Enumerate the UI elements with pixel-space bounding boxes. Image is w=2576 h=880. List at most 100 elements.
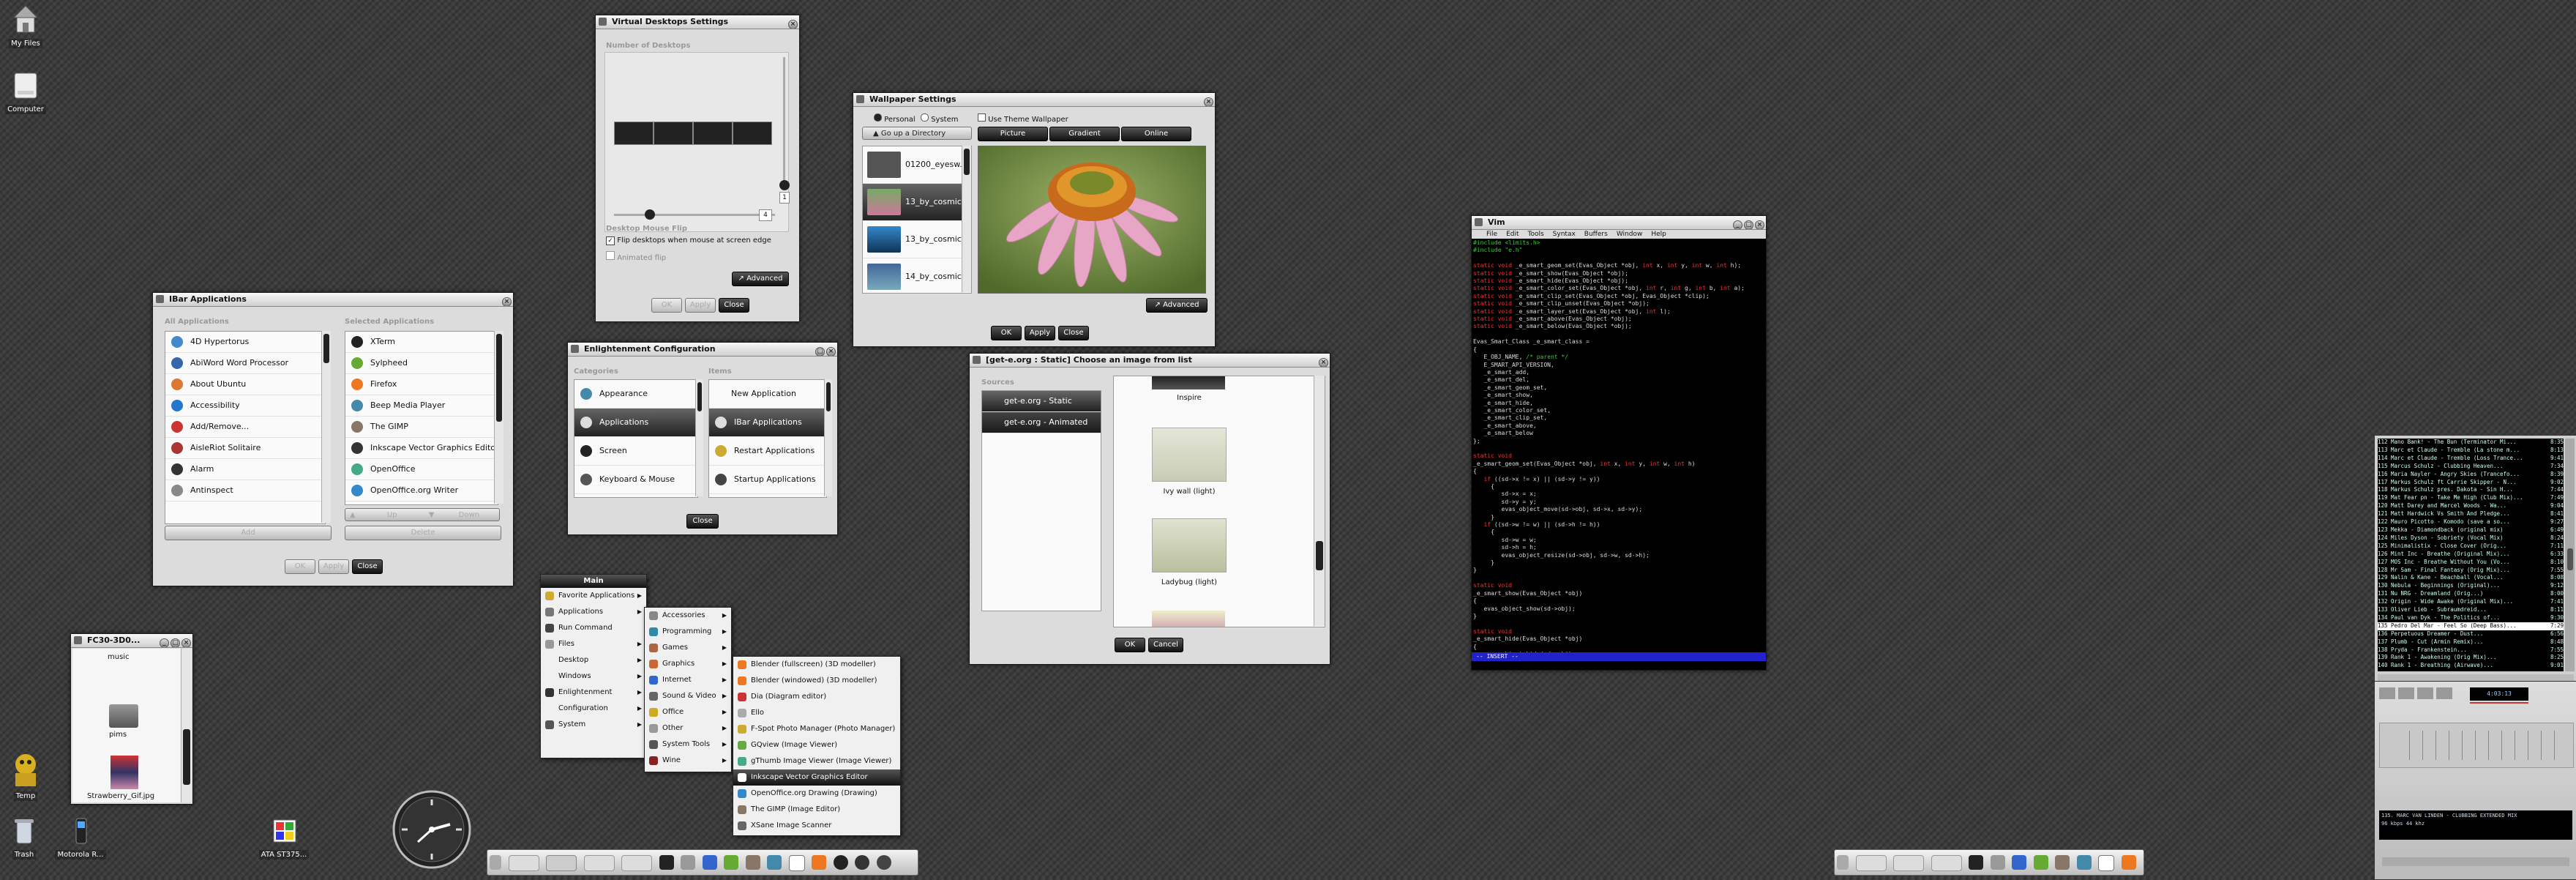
slider-knob[interactable] (779, 180, 790, 190)
close-button[interactable]: Close (1058, 326, 1089, 340)
vim-menubar[interactable]: File Edit Tools Syntax Buffers Window Help (1472, 230, 1766, 239)
list-item[interactable]: Antinspect (165, 480, 325, 501)
ok-button[interactable]: OK (285, 559, 315, 574)
item-restart-applications[interactable]: Restart Applications (709, 437, 826, 466)
system-radio[interactable]: System (921, 113, 958, 124)
playlist-row[interactable]: 135 Pedro Del Mar - Feel So (Deep Bass)..… (2378, 622, 2564, 630)
playlist-row[interactable]: 113 Marc et Claude - Tremble (La stone m.… (2378, 447, 2564, 455)
item-new-application[interactable]: New Application (709, 380, 826, 409)
playlist-window[interactable]: 112 Mano Bank! - The Bun (Terminator Mi..… (2374, 435, 2576, 693)
playlist-row[interactable]: 138 Pryda - Frankenstein... 7:55 (2378, 646, 2564, 655)
close-button[interactable]: × (1204, 97, 1213, 106)
main-menu[interactable]: Main Favorite Applications ▶ Applications… (540, 574, 647, 758)
firefox-icon[interactable] (2012, 855, 2026, 870)
item-startup-applications[interactable]: Startup Applications (709, 466, 826, 494)
all-apps-list[interactable]: 4D Hypertorus AbiWord Word Processor Abo… (165, 331, 326, 524)
close-button[interactable]: × (788, 20, 798, 29)
ladybug-thumbnail[interactable] (1152, 518, 1227, 573)
menu-item-blender-fullscreen[interactable]: Blender (fullscreen) (3D modeller) (733, 657, 900, 673)
files-icon[interactable] (681, 855, 695, 870)
menu-edit[interactable]: Edit (1506, 231, 1519, 238)
source-animated[interactable]: get-e.org - Animated (982, 412, 1101, 433)
progress-bar[interactable] (2470, 702, 2528, 704)
playlist-row[interactable]: 121 Matt Hardwick Vs Smith And Pledge... 8… (2378, 510, 2564, 518)
playlist-row[interactable]: 137 Plumb - Cut (Armin Remix)... 8:48 (2378, 638, 2564, 646)
gimp-icon[interactable] (2055, 855, 2070, 870)
file-item-strawberry[interactable]: Strawberry_Gif.jpg (87, 792, 154, 800)
advanced-button[interactable]: ↗ Advanced (1146, 298, 1208, 313)
file-item-pims[interactable]: pims (109, 731, 127, 739)
playlist-row[interactable]: 119 Mat Fear pn - Take Me High (Club Mix)… (2378, 494, 2564, 502)
menu-item-gimp[interactable]: The GIMP (Image Editor) (733, 802, 900, 818)
desktop-icon-motorola[interactable]: Motorola R... (51, 816, 110, 860)
wallpaper-file-list[interactable]: 01200_eyesw... 13_by_cosmic... 13_by_cos… (862, 146, 972, 294)
firefox-icon[interactable] (702, 855, 717, 870)
horizontal-slider[interactable] (614, 214, 775, 216)
menu-item-sound-video[interactable]: Sound & Video ▶ (645, 688, 731, 704)
clock-gadget[interactable] (392, 789, 472, 870)
window-titlebar[interactable]: FC30-3D0... _ ▢ × (71, 634, 192, 648)
up-arrow-icon[interactable]: ▲ (350, 511, 356, 519)
menu-item-ello[interactable]: Ello (733, 705, 900, 721)
source-static[interactable]: get-e.org - Static (982, 391, 1101, 412)
vertical-slider[interactable] (783, 57, 785, 189)
maximize-button[interactable]: ▢ (171, 638, 180, 647)
menu-item-desktop[interactable]: Desktop ▶ (541, 652, 646, 668)
pager-desktop-icon[interactable] (1893, 855, 1924, 871)
menu-item-system[interactable]: System ▶ (541, 717, 646, 733)
menu-item-run-command[interactable]: Run Command (541, 620, 646, 636)
go-up-directory-button[interactable]: ▲ Go up a Directory (862, 127, 972, 140)
scrollbar-thumb[interactable] (323, 334, 329, 363)
playlist-row[interactable]: 114 Marc et Claude - Tremble (Loss Trance… (2378, 455, 2564, 463)
up-down-bar[interactable]: ▲ Up ▼ Down (345, 508, 500, 521)
menu-buffers[interactable]: Buffers (1584, 231, 1608, 238)
list-item[interactable]: OpenOffice.org Writer (345, 480, 498, 501)
menu-syntax[interactable]: Syntax (1553, 231, 1576, 238)
scrollbar[interactable] (695, 379, 703, 496)
scrollbar-thumb[interactable] (496, 334, 502, 422)
pager-desktop-icon[interactable] (546, 855, 577, 871)
file-list[interactable]: music pims Strawberry_Gif.jpg (72, 649, 181, 802)
menu-item-configuration[interactable]: Configuration ▶ (541, 701, 646, 717)
desktop-icon-computer[interactable]: Computer (0, 70, 55, 114)
menu-file[interactable]: File (1486, 231, 1497, 238)
prev-button[interactable] (2379, 687, 2395, 699)
wallpaper-item[interactable]: 13_by_cosmic... (863, 184, 971, 221)
close-button[interactable]: × (181, 638, 191, 647)
scrollbar[interactable] (2565, 439, 2575, 671)
media-player-window[interactable]: 4:03:13 135. MARC VAN LINDEN - CLUBBING … (2374, 681, 2576, 880)
inspire-thumbnail[interactable] (1152, 376, 1225, 389)
playlist-row[interactable]: 130 Nebula - Beginnings (Original)... 9:12 (2378, 582, 2564, 590)
apply-button[interactable]: Apply (318, 559, 349, 574)
scrollbar[interactable] (321, 331, 331, 523)
image-chooser-window[interactable]: [get-e.org : Static] Choose an image fro… (969, 353, 1330, 665)
equalizer-panel[interactable] (2379, 723, 2574, 768)
scrollbar-thumb[interactable] (1316, 541, 1323, 570)
advanced-button[interactable]: ↗ Advanced (732, 272, 789, 286)
close-button[interactable]: × (1755, 220, 1764, 229)
next-thumbnail[interactable] (1152, 611, 1225, 627)
playlist-row[interactable]: 123 Mekka - Diamondback (original mix) 6:4… (2378, 526, 2564, 534)
enlightenment-configuration-window[interactable]: Enlightenment Configuration ▢ × Categories… (567, 342, 838, 535)
blender-icon[interactable] (2121, 855, 2136, 870)
close-button[interactable]: Close (719, 298, 749, 313)
scrollbar-thumb[interactable] (697, 382, 702, 411)
playlist-row[interactable]: 115 Marcus Schulz - Clubbing Heaven... 7:3… (2378, 463, 2564, 471)
item-ibar-applications[interactable]: IBar Applications (709, 409, 826, 437)
wallpaper-settings-window[interactable]: Wallpaper Settings × Personal System Use … (853, 92, 1216, 347)
slider-knob[interactable] (645, 209, 655, 220)
category-screen[interactable]: Screen (574, 437, 697, 466)
playlist-row[interactable]: 128 Mr Sam - Final Fantasy (Orig Mix)... 7… (2378, 567, 2564, 575)
pager-desktop-icon[interactable] (621, 855, 652, 871)
gradient-button[interactable]: Gradient (1049, 127, 1120, 141)
terminal-icon[interactable] (1969, 855, 1983, 870)
playlist-row[interactable]: 116 Maria Nayler - Angry Skies (Trancefo.… (2378, 471, 2564, 479)
gimp-icon[interactable] (745, 855, 760, 870)
playlist-row[interactable]: 122 Mauro Picotto - Komodo (save a so... 9… (2378, 518, 2564, 526)
menu-item-applications[interactable]: Applications ▶ (541, 604, 646, 620)
playlist-row[interactable]: 117 Markus Schulz ft Carrie Skipper - N..… (2378, 479, 2564, 487)
menu-item-inkscape[interactable]: Inkscape Vector Graphics Editor (733, 769, 900, 786)
list-item[interactable]: The GIMP (345, 417, 498, 438)
category-keyboard-mouse[interactable]: Keyboard & Mouse (574, 466, 697, 494)
menu-item-system-tools[interactable]: System Tools ▶ (645, 737, 731, 753)
